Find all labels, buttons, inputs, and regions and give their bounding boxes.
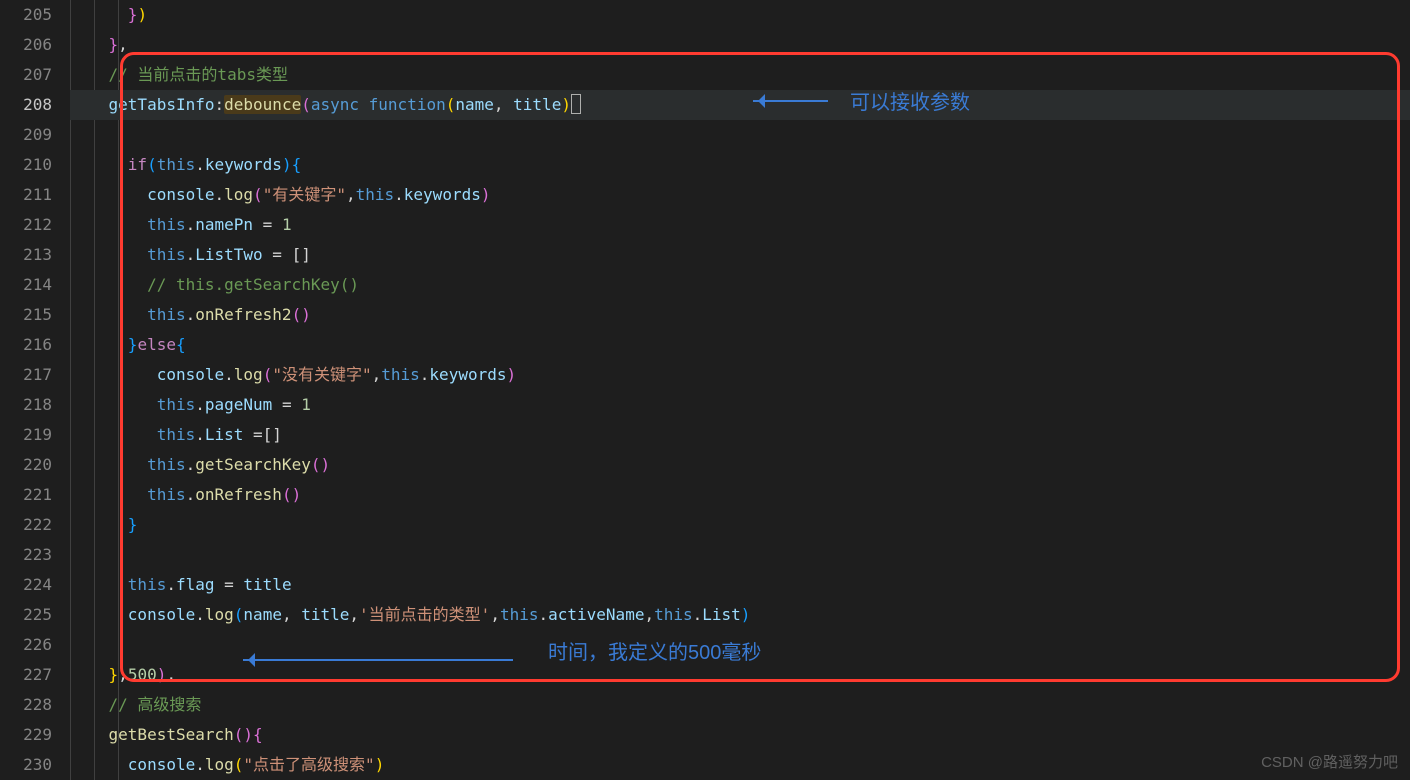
code-line[interactable]: if(this.keywords){ [70,150,1410,180]
code-line[interactable]: this.onRefresh2() [70,300,1410,330]
line-number: 221 [10,480,52,510]
code-line[interactable]: console.log("没有关键字",this.keywords) [70,360,1410,390]
code-line[interactable]: } [70,510,1410,540]
code-line[interactable]: this.getSearchKey() [70,450,1410,480]
code-line[interactable]: this.onRefresh() [70,480,1410,510]
line-number: 205 [10,0,52,30]
line-number: 214 [10,270,52,300]
code-line[interactable] [70,120,1410,150]
line-number: 227 [10,660,52,690]
line-number-gutter: 2052062072082092102112122132142152162172… [0,0,70,780]
code-line[interactable]: console.log(name, title,'当前点击的类型',this.a… [70,600,1410,630]
line-number: 215 [10,300,52,330]
line-number: 213 [10,240,52,270]
line-number: 220 [10,450,52,480]
code-line[interactable]: // 当前点击的tabs类型 [70,60,1410,90]
line-number: 207 [10,60,52,90]
code-line[interactable]: console.log("有关键字",this.keywords) [70,180,1410,210]
line-number: 223 [10,540,52,570]
cursor [571,94,581,114]
line-number: 230 [10,750,52,780]
line-number: 222 [10,510,52,540]
code-line[interactable]: }, [70,30,1410,60]
line-number: 216 [10,330,52,360]
arrow-icon [753,100,828,102]
arrow-icon [243,659,513,661]
line-number: 229 [10,720,52,750]
line-number: 212 [10,210,52,240]
code-line-active[interactable]: getTabsInfo:debounce(async function(name… [70,90,1410,120]
line-number: 217 [10,360,52,390]
line-number: 209 [10,120,52,150]
code-line[interactable]: // 高级搜索 [70,690,1410,720]
code-line[interactable]: }) [70,0,1410,30]
line-number: 208 [10,90,52,120]
code-line[interactable]: this.pageNum = 1 [70,390,1410,420]
code-line[interactable]: this.namePn = 1 [70,210,1410,240]
code-line[interactable]: getBestSearch(){ [70,720,1410,750]
line-number: 206 [10,30,52,60]
line-number: 224 [10,570,52,600]
line-number: 211 [10,180,52,210]
line-number: 210 [10,150,52,180]
line-number: 228 [10,690,52,720]
code-line[interactable]: // this.getSearchKey() [70,270,1410,300]
line-number: 219 [10,420,52,450]
code-line[interactable]: this.ListTwo = [] [70,240,1410,270]
code-line[interactable]: console.log("点击了高级搜索") [70,750,1410,780]
code-line[interactable] [70,540,1410,570]
code-line[interactable]: }else{ [70,330,1410,360]
code-line[interactable]: this.List =[] [70,420,1410,450]
code-line[interactable]: this.flag = title [70,570,1410,600]
line-number: 218 [10,390,52,420]
annotation-text: 时间，我定义的500毫秒 [548,636,761,665]
line-number: 226 [10,630,52,660]
annotation-text: 可以接收参数 [850,86,970,115]
watermark: CSDN @路遥努力吧 [1261,751,1398,772]
line-number: 225 [10,600,52,630]
